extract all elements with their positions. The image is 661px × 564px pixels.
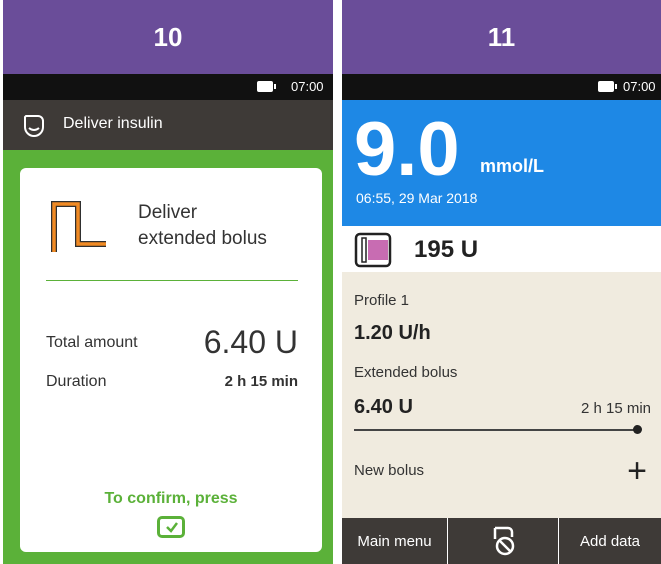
confirm-instruction: To confirm, press (104, 490, 238, 507)
card-title-line2: extended bolus (138, 228, 267, 249)
battery-icon (257, 81, 276, 92)
bottom-bar: Main menu Add data (342, 518, 661, 564)
add-data-button[interactable]: Add data (559, 518, 661, 564)
reservoir-row: 195 U (342, 226, 661, 272)
status-bar: 07:00 (3, 74, 333, 100)
step-number-header: 10 (3, 0, 333, 74)
new-bolus-label[interactable]: New bolus (354, 462, 424, 479)
stop-pump-button[interactable] (448, 518, 558, 564)
screen-step-10: 10 07:00 Deliver insulin Deliver extende… (3, 0, 333, 564)
total-amount-label: Total amount (46, 334, 138, 351)
basal-rate-value: 1.20 U/h (354, 322, 431, 344)
duration-value: 2 h 15 min (224, 373, 298, 390)
status-time: 07:00 (623, 79, 656, 94)
screen-step-11: 11 07:00 9.0 mmol/L 06:55, 29 Mar 2018 1… (342, 0, 661, 564)
blood-glucose-panel[interactable]: 9.0 mmol/L 06:55, 29 Mar 2018 (342, 100, 661, 226)
total-amount-value: 6.40 U (203, 324, 298, 360)
pump-icon (24, 115, 44, 137)
plus-icon[interactable]: + (627, 454, 647, 488)
profile-label: Profile 1 (354, 292, 410, 309)
confirm-check-icon[interactable] (157, 516, 185, 538)
step-number-header: 11 (342, 0, 661, 74)
duration-label: Duration (46, 373, 107, 390)
extended-bolus-icon (51, 201, 106, 252)
status-bar: 07:00 (342, 74, 661, 100)
confirm-card: Deliver extended bolus Total amount 6.40… (20, 168, 322, 552)
card-title-line1: Deliver (138, 202, 198, 223)
stop-pump-icon (493, 526, 515, 556)
extended-bolus-value: 6.40 U (354, 396, 413, 418)
extended-bolus-label: Extended bolus (354, 364, 458, 381)
reservoir-icon (354, 232, 392, 268)
extended-bolus-remaining: 2 h 15 min (580, 400, 651, 417)
card-title: Deliver extended bolus (138, 200, 267, 252)
page-title: Deliver insulin (63, 115, 163, 132)
main-menu-button[interactable]: Main menu (342, 518, 447, 564)
title-bar: Deliver insulin (3, 100, 333, 150)
bg-timestamp: 06:55, 29 Mar 2018 (356, 190, 478, 206)
bg-unit: mmol/L (480, 156, 545, 176)
status-time: 07:00 (291, 79, 324, 94)
status-info-panel: Profile 1 1.20 U/h Extended bolus 6.40 U… (342, 272, 661, 518)
extended-bolus-progress-marker (633, 425, 642, 434)
extended-bolus-progress-bar (354, 429, 638, 431)
reservoir-value: 195 U (414, 236, 479, 263)
bg-value: 9.0 (354, 107, 460, 192)
divider (46, 280, 298, 281)
battery-icon (598, 81, 617, 92)
